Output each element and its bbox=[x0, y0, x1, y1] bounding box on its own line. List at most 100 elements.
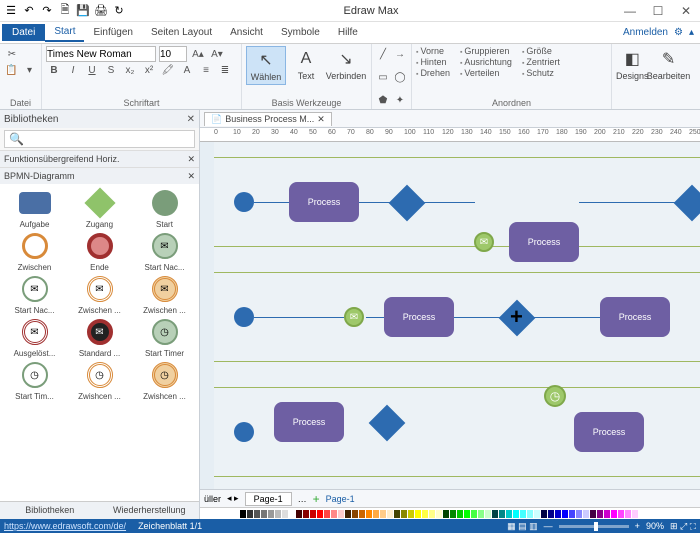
undo-icon[interactable]: ↶ bbox=[22, 4, 36, 18]
shape-triggered[interactable]: ✉Ausgelöst... bbox=[6, 317, 64, 358]
print-icon[interactable]: 🖨 bbox=[94, 4, 108, 18]
maximize-button[interactable]: ☐ bbox=[644, 4, 672, 18]
shape-intermediate[interactable]: Zwischen bbox=[6, 231, 64, 272]
panel-tab-libraries[interactable]: Bibliotheken bbox=[0, 502, 100, 519]
menu-icon[interactable]: ☰ bbox=[4, 4, 18, 18]
oval-icon[interactable]: ◯ bbox=[393, 69, 407, 85]
shape-inter-timer2[interactable]: ◷Zwishcen ... bbox=[136, 360, 194, 401]
bpmn-process[interactable]: Process bbox=[384, 297, 454, 337]
grow-font-icon[interactable]: A▴ bbox=[190, 46, 206, 62]
tab-symbols[interactable]: Symbole bbox=[272, 24, 329, 41]
bpmn-process[interactable]: Process bbox=[600, 297, 670, 337]
sub-icon[interactable]: x₂ bbox=[122, 62, 138, 78]
bpmn-process[interactable]: Process bbox=[274, 402, 344, 442]
bpmn-start-event[interactable] bbox=[234, 422, 254, 442]
star-icon[interactable]: ✦ bbox=[393, 92, 407, 108]
add-page-button[interactable]: + bbox=[313, 492, 320, 506]
underline-icon[interactable]: U bbox=[84, 62, 100, 78]
shape-start-msg[interactable]: ✉Start Nac... bbox=[136, 231, 194, 272]
view-mode-icons[interactable]: ▦ ▤ ▥ bbox=[507, 521, 538, 532]
shape-start[interactable]: Start bbox=[136, 188, 194, 229]
strike-icon[interactable]: S bbox=[103, 62, 119, 78]
tab-insert[interactable]: Einfügen bbox=[84, 24, 141, 41]
bpmn-message-event[interactable] bbox=[474, 232, 494, 252]
arrange-group[interactable]: Gruppieren bbox=[460, 46, 512, 56]
panel-tab-recovery[interactable]: Wiederherstellung bbox=[100, 502, 200, 519]
arrange-size[interactable]: Größe bbox=[522, 46, 560, 56]
tab-view[interactable]: Ansicht bbox=[221, 24, 272, 41]
tab-help[interactable]: Hilfe bbox=[329, 24, 367, 41]
arrange-align[interactable]: Ausrichtung bbox=[460, 57, 512, 67]
arrow-icon[interactable]: → bbox=[393, 46, 407, 62]
sup-icon[interactable]: x² bbox=[141, 62, 157, 78]
copy-icon[interactable]: 📋 bbox=[4, 62, 19, 78]
shape-standard[interactable]: ✉Standard ... bbox=[71, 317, 129, 358]
paste-icon[interactable]: ▾ bbox=[22, 62, 37, 78]
shape-end[interactable]: Ende bbox=[71, 231, 129, 272]
highlight-icon[interactable]: 🖍 bbox=[160, 62, 176, 78]
fontcolor-icon[interactable]: A bbox=[179, 62, 195, 78]
cut-icon[interactable]: ✂ bbox=[4, 46, 20, 62]
search-input[interactable]: 🔍 bbox=[4, 130, 195, 148]
zoom-slider[interactable] bbox=[559, 525, 629, 528]
arrange-distribute[interactable]: Verteilen bbox=[460, 68, 512, 78]
file-menu[interactable]: Datei bbox=[2, 24, 45, 41]
document-tab[interactable]: Business Process M... ✕ bbox=[204, 112, 332, 126]
color-bar[interactable] bbox=[200, 507, 700, 519]
text-tool-button[interactable]: AText bbox=[286, 46, 326, 85]
bpmn-start-event[interactable] bbox=[234, 307, 254, 327]
bold-icon[interactable]: B bbox=[46, 62, 62, 78]
drawing-canvas[interactable]: Process Process Process Process + Proces… bbox=[200, 142, 700, 489]
align-left-icon[interactable]: ≡ bbox=[198, 62, 214, 78]
bpmn-message-event[interactable] bbox=[344, 307, 364, 327]
italic-icon[interactable]: I bbox=[65, 62, 81, 78]
shape-task[interactable]: Aufgabe bbox=[6, 188, 64, 229]
poly-icon[interactable]: ⬟ bbox=[376, 92, 390, 108]
font-name-select[interactable] bbox=[46, 46, 156, 62]
align-dist-icon[interactable]: ≣ bbox=[217, 62, 233, 78]
bpmn-start-event[interactable] bbox=[234, 192, 254, 212]
zoom-percent[interactable]: 90% bbox=[646, 521, 664, 531]
gear-icon[interactable]: ⚙ bbox=[674, 27, 683, 38]
shrink-font-icon[interactable]: A▾ bbox=[209, 46, 225, 62]
status-icons[interactable]: ⊞ ⤢ ⛶ bbox=[670, 521, 696, 532]
tab-start[interactable]: Start bbox=[45, 23, 84, 42]
shape-inter-msg2[interactable]: ✉Zwischen ... bbox=[136, 274, 194, 315]
shape-start-timer[interactable]: ◷Start Timer bbox=[136, 317, 194, 358]
tab-page-layout[interactable]: Seiten Layout bbox=[142, 24, 221, 41]
new-icon[interactable]: 🗎 bbox=[58, 4, 72, 18]
arrange-center[interactable]: Zentriert bbox=[522, 57, 560, 67]
connect-tool-button[interactable]: ↘Verbinden bbox=[326, 46, 366, 85]
bpmn-timer-event[interactable] bbox=[544, 385, 566, 407]
arrange-protect[interactable]: Schutz bbox=[522, 68, 560, 78]
arrange-back[interactable]: Hinten bbox=[416, 57, 450, 67]
chevron-up-icon[interactable]: ▴ bbox=[689, 27, 694, 38]
page-tab-1[interactable]: Page-1 bbox=[245, 492, 292, 506]
shape-inter-msg[interactable]: ✉Zwischen ... bbox=[71, 274, 129, 315]
category-crossfunctional[interactable]: Funktionsübergreifend Horiz.✕ bbox=[0, 150, 199, 167]
login-link[interactable]: Anmelden bbox=[623, 27, 668, 38]
designs-button[interactable]: ◧Designs bbox=[616, 46, 649, 83]
bpmn-process[interactable]: Process bbox=[509, 222, 579, 262]
shape-inter-timer[interactable]: ◷Zwishcen ... bbox=[71, 360, 129, 401]
panel-close-icon[interactable]: ✕ bbox=[187, 114, 195, 125]
shape-start-timer2[interactable]: ◷Start Tim... bbox=[6, 360, 64, 401]
refresh-icon[interactable]: ↻ bbox=[112, 4, 126, 18]
status-url[interactable]: https://www.edrawsoft.com/de/ bbox=[4, 521, 126, 531]
page-tab-2[interactable]: Page-1 bbox=[326, 494, 355, 504]
rect-icon[interactable]: ▭ bbox=[376, 69, 390, 85]
select-tool-button[interactable]: ↖Wählen bbox=[246, 46, 286, 85]
save-icon[interactable]: 💾 bbox=[76, 4, 90, 18]
edit-button[interactable]: ✎Bearbeiten bbox=[649, 46, 689, 83]
shape-start-msg2[interactable]: ✉Start Nac... bbox=[6, 274, 64, 315]
font-size-select[interactable] bbox=[159, 46, 187, 62]
arrange-rotate[interactable]: Drehen bbox=[416, 68, 450, 78]
arrange-front[interactable]: Vorne bbox=[416, 46, 450, 56]
category-bpmn[interactable]: BPMN-Diagramm✕ bbox=[0, 167, 199, 184]
minimize-button[interactable]: — bbox=[616, 4, 644, 18]
shape-gateway[interactable]: Zugang bbox=[71, 188, 129, 229]
bpmn-process[interactable]: Process bbox=[574, 412, 644, 452]
close-button[interactable]: ✕ bbox=[672, 4, 700, 18]
line-icon[interactable]: ╱ bbox=[376, 46, 390, 62]
redo-icon[interactable]: ↷ bbox=[40, 4, 54, 18]
